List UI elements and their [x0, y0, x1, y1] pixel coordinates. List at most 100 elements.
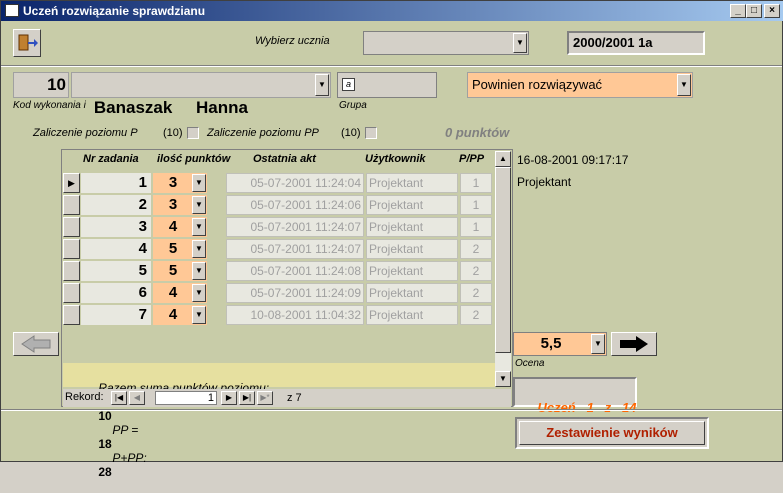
- select-student-combo[interactable]: ▼: [363, 31, 529, 55]
- next-record-icon[interactable]: ▶: [221, 391, 237, 405]
- task-points-combo[interactable]: 5 ▼: [153, 261, 207, 281]
- task-number[interactable]: 5: [81, 261, 151, 281]
- table-row[interactable]: 4 5 ▼ 05-07-2001 11:24:07 Projektant 2: [63, 238, 495, 260]
- row-selector[interactable]: [63, 261, 80, 281]
- current-record-input[interactable]: 1: [155, 391, 217, 405]
- prev-student-button[interactable]: [13, 332, 59, 356]
- task-last-update: 05-07-2001 11:24:04: [226, 173, 364, 193]
- counter-total: 14: [622, 400, 637, 415]
- table-row[interactable]: 7 4 ▼ 10-08-2001 11:04:32 Projektant 2: [63, 304, 495, 326]
- chevron-down-icon[interactable]: ▼: [192, 196, 206, 214]
- row-selector[interactable]: [63, 305, 80, 325]
- side-timestamp: 16-08-2001 09:17:17: [517, 153, 629, 167]
- task-number[interactable]: 6: [81, 283, 151, 303]
- last-record-icon[interactable]: ▶|: [239, 391, 255, 405]
- level-p-value: (10): [163, 127, 183, 139]
- first-record-icon[interactable]: |◀: [111, 391, 127, 405]
- level-p-checkbox[interactable]: [187, 127, 199, 139]
- exit-door-icon: [18, 34, 38, 51]
- level-pp-value: (10): [341, 127, 361, 139]
- task-points-combo[interactable]: 5 ▼: [153, 239, 207, 259]
- exit-button[interactable]: [13, 29, 41, 57]
- select-student-label: Wybierz ucznia: [255, 35, 330, 47]
- title-bar[interactable]: Uczeń rozwiązanie sprawdzianu _ □ ×: [1, 1, 783, 21]
- vertical-scrollbar[interactable]: ▲ ▼: [495, 151, 511, 387]
- task-number[interactable]: 2: [81, 195, 151, 215]
- level-pp-checkbox[interactable]: [365, 127, 377, 139]
- header-points: ilość punktów: [157, 153, 231, 165]
- table-row[interactable]: ▶ 1 3 ▼ 05-07-2001 11:24:04 Projektant 1: [63, 172, 495, 194]
- table-row[interactable]: 5 5 ▼ 05-07-2001 11:24:08 Projektant 2: [63, 260, 495, 282]
- sum-p-value: 10: [98, 409, 112, 423]
- task-last-update: 05-07-2001 11:24:07: [226, 239, 364, 259]
- next-student-button[interactable]: [611, 332, 657, 356]
- level-pp-label: Zaliczenie poziomu PP: [207, 127, 319, 139]
- close-button[interactable]: ×: [764, 4, 780, 18]
- group-value[interactable]: a: [342, 78, 355, 91]
- row-selector[interactable]: [63, 239, 80, 259]
- task-points-combo[interactable]: 4 ▼: [153, 283, 207, 303]
- form-icon: [5, 4, 19, 17]
- grade-value: 5,5: [540, 335, 562, 352]
- status-combo[interactable]: Powinien rozwiązywać ▼: [467, 72, 693, 98]
- minimize-button[interactable]: _: [730, 4, 746, 18]
- scroll-thumb[interactable]: [495, 167, 511, 353]
- table-row[interactable]: 3 4 ▼ 05-07-2001 11:24:07 Projektant 1: [63, 216, 495, 238]
- task-level: 2: [460, 305, 492, 325]
- sum-ppp-value: 28: [98, 465, 112, 479]
- task-number[interactable]: 3: [81, 217, 151, 237]
- chevron-down-icon[interactable]: ▼: [192, 306, 206, 324]
- row-selector[interactable]: [63, 195, 80, 215]
- task-number[interactable]: 1: [81, 173, 151, 193]
- task-points-value: 3: [168, 174, 178, 191]
- chevron-down-icon[interactable]: ▼: [513, 33, 527, 53]
- chevron-down-icon[interactable]: ▼: [192, 284, 206, 302]
- chevron-down-icon[interactable]: ▼: [192, 262, 206, 280]
- task-user: Projektant: [366, 173, 458, 193]
- grade-combo[interactable]: 5,5 ▼: [513, 332, 607, 356]
- chevron-down-icon[interactable]: ▼: [192, 218, 206, 236]
- divider: [1, 409, 782, 411]
- task-last-update: 05-07-2001 11:24:06: [226, 195, 364, 215]
- results-button[interactable]: Zestawienie wyników: [519, 421, 705, 445]
- task-number[interactable]: 4: [81, 239, 151, 259]
- arrow-left-icon: [21, 335, 51, 353]
- task-user: Projektant: [366, 261, 458, 281]
- row-selector[interactable]: ▶: [63, 173, 80, 193]
- task-points-value: 5: [168, 262, 178, 279]
- chevron-down-icon[interactable]: ▼: [677, 74, 691, 96]
- maximize-button[interactable]: □: [746, 4, 762, 18]
- task-last-update: 05-07-2001 11:24:07: [226, 217, 364, 237]
- task-level: 1: [460, 173, 492, 193]
- task-points-value: 4: [168, 284, 178, 301]
- header-user: Użytkownik: [365, 153, 426, 165]
- header-p-pp: P/PP: [459, 153, 485, 165]
- table-row[interactable]: 2 3 ▼ 05-07-2001 11:24:06 Projektant 1: [63, 194, 495, 216]
- chevron-down-icon[interactable]: ▼: [315, 74, 329, 96]
- task-number[interactable]: 7: [81, 305, 151, 325]
- task-last-update: 10-08-2001 11:04:32: [226, 305, 364, 325]
- new-record-icon[interactable]: ▶*: [257, 391, 273, 405]
- student-name-combo[interactable]: Banaszak Hanna ▼: [71, 72, 331, 117]
- main-window: Uczeń rozwiązanie sprawdzianu _ □ × Wybi…: [0, 0, 783, 479]
- task-points-combo[interactable]: 3 ▼: [153, 195, 207, 215]
- chevron-down-icon[interactable]: ▼: [192, 174, 206, 192]
- student-counter: Uczeń 1 z 14: [513, 377, 637, 415]
- task-level: 2: [460, 239, 492, 259]
- task-points-combo[interactable]: 4 ▼: [153, 305, 207, 325]
- task-last-update: 05-07-2001 11:24:08: [226, 261, 364, 281]
- row-selector[interactable]: [63, 217, 80, 237]
- task-points-combo[interactable]: 4 ▼: [153, 217, 207, 237]
- student-code-field: 10: [13, 72, 69, 98]
- scroll-down-icon[interactable]: ▼: [495, 371, 511, 387]
- row-selector[interactable]: [63, 283, 80, 303]
- chevron-down-icon[interactable]: ▼: [192, 240, 206, 258]
- header-nr: Nr zadania: [83, 153, 139, 165]
- task-points-combo[interactable]: 3 ▼: [153, 173, 207, 193]
- results-button-frame: Zestawienie wyników: [515, 417, 709, 449]
- table-row[interactable]: 6 4 ▼ 05-07-2001 11:24:09 Projektant 2: [63, 282, 495, 304]
- scroll-up-icon[interactable]: ▲: [495, 151, 511, 167]
- chevron-down-icon[interactable]: ▼: [591, 334, 605, 354]
- task-points-value: 5: [168, 240, 178, 257]
- prev-record-icon[interactable]: ◀: [129, 391, 145, 405]
